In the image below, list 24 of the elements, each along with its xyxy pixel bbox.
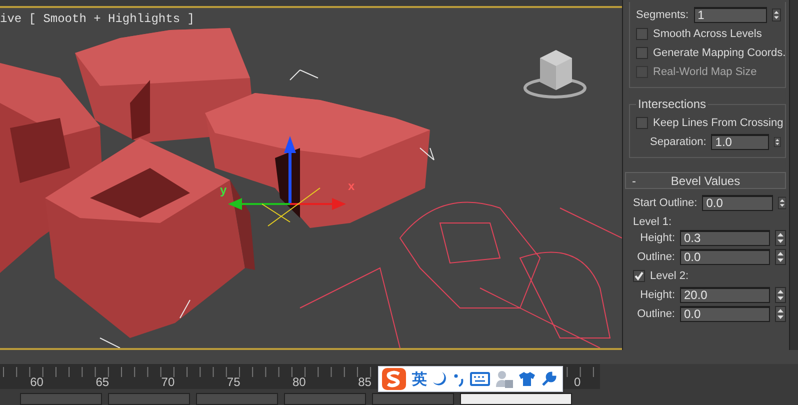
rollout-title: Bevel Values <box>670 174 742 188</box>
checkbox-label: Smooth Across Levels <box>653 28 762 40</box>
checkbox-label: Generate Mapping Coords. <box>653 46 786 58</box>
checkbox-label: Level 2: <box>650 270 689 282</box>
checkbox-label: Keep Lines From Crossing <box>653 116 784 128</box>
frame-number: 70 <box>160 375 176 389</box>
field-label: Start Outline: <box>633 196 698 208</box>
field-label: Separation: <box>650 136 706 148</box>
field-label: Outline: <box>637 308 675 320</box>
frame-number: 75 <box>226 375 242 389</box>
axis-label: y <box>220 183 227 197</box>
section-label: Level 1: <box>633 216 672 228</box>
field-label: Height: <box>640 232 675 244</box>
frame-number: 60 <box>29 375 44 389</box>
frame-number: 85 <box>357 375 372 389</box>
frame-number: 80 <box>291 375 307 389</box>
frame-number: 0 <box>574 375 581 389</box>
group-title: Intersections <box>636 97 708 111</box>
field-label: Outline: <box>637 250 675 262</box>
checkbox-label: Real-World Map Size <box>653 66 757 78</box>
field-label: Height: <box>640 288 675 300</box>
field-label: Segments: <box>636 8 689 20</box>
frame-number: 65 <box>94 375 110 389</box>
axis-label: x <box>348 179 355 193</box>
